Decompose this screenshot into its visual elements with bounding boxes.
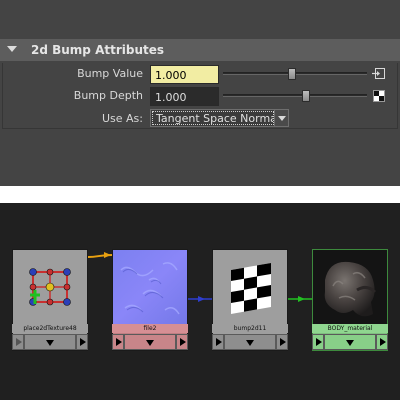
chevron-down-icon bbox=[346, 340, 354, 346]
chevron-down-icon bbox=[278, 116, 286, 121]
node-label: bump2d11 bbox=[212, 324, 288, 333]
play-icon bbox=[80, 338, 86, 346]
node-editor-graph[interactable]: place2dTexture48 file2 bump2d11 BODY_mat… bbox=[0, 203, 400, 400]
place2d-texture-icon bbox=[13, 250, 87, 324]
node-body-material[interactable]: BODY_material bbox=[312, 249, 388, 351]
use-as-dropdown-button[interactable] bbox=[274, 110, 288, 126]
play-icon bbox=[380, 338, 386, 346]
play-icon bbox=[316, 338, 322, 346]
play-icon bbox=[16, 338, 22, 346]
checker-map-icon[interactable] bbox=[373, 90, 385, 102]
chevron-down-icon bbox=[146, 340, 154, 346]
play-icon bbox=[280, 338, 286, 346]
bump-checker-swatch bbox=[213, 250, 287, 324]
play-icon bbox=[180, 338, 186, 346]
expand-attributes-button[interactable] bbox=[124, 334, 176, 350]
bump-depth-slider-thumb[interactable] bbox=[302, 90, 310, 102]
section-header-2d-bump-attributes[interactable]: 2d Bump Attributes bbox=[0, 39, 400, 61]
input-port-button[interactable] bbox=[12, 334, 24, 350]
use-as-dropdown[interactable]: Tangent Space Normals bbox=[150, 109, 289, 127]
connection-bump-to-material-arrow bbox=[298, 296, 305, 302]
play-icon bbox=[216, 338, 222, 346]
node-bump2d[interactable]: bump2d11 bbox=[212, 249, 288, 351]
bump-value-slider[interactable] bbox=[223, 68, 367, 80]
bump-value-field[interactable]: 1.000 bbox=[150, 65, 219, 84]
use-as-selected-value[interactable]: Tangent Space Normals bbox=[152, 111, 274, 125]
use-as-label: Use As: bbox=[101, 112, 143, 125]
section-title: 2d Bump Attributes bbox=[31, 43, 165, 57]
map-connection-icon[interactable] bbox=[372, 67, 386, 80]
node-file[interactable]: file2 bbox=[112, 249, 188, 351]
output-port-button[interactable] bbox=[376, 334, 388, 350]
play-icon bbox=[116, 338, 122, 346]
node-port-bar bbox=[112, 334, 188, 350]
bump-depth-slider[interactable] bbox=[223, 90, 367, 102]
expand-attributes-button[interactable] bbox=[224, 334, 276, 350]
node-port-bar bbox=[12, 334, 88, 350]
output-port-button[interactable] bbox=[76, 334, 88, 350]
node-label: place2dTexture48 bbox=[12, 324, 88, 333]
node-place2d-texture[interactable]: place2dTexture48 bbox=[12, 249, 88, 351]
node-label: BODY_material bbox=[312, 324, 388, 333]
output-port-button[interactable] bbox=[176, 334, 188, 350]
expand-attributes-button[interactable] bbox=[324, 334, 376, 350]
node-port-bar bbox=[312, 334, 388, 350]
bump-value-label: Bump Value bbox=[77, 67, 143, 80]
collapse-arrow-icon[interactable] bbox=[7, 46, 17, 52]
attribute-editor-panel: 2d Bump Attributes Bump Value 1.000 Bump… bbox=[0, 0, 400, 186]
bump-value-slider-thumb[interactable] bbox=[288, 68, 296, 80]
connection-place2d-to-file-arrow bbox=[104, 252, 111, 258]
input-port-button[interactable] bbox=[212, 334, 224, 350]
node-label: file2 bbox=[112, 324, 188, 333]
connection-file-to-bump-arrow bbox=[198, 296, 205, 302]
output-port-button[interactable] bbox=[276, 334, 288, 350]
attribute-editor-top-area bbox=[0, 0, 400, 37]
chevron-down-icon bbox=[246, 340, 254, 346]
expand-attributes-button[interactable] bbox=[24, 334, 76, 350]
bump-depth-label: Bump Depth bbox=[73, 89, 143, 102]
input-port-button[interactable] bbox=[312, 334, 324, 350]
node-port-bar bbox=[212, 334, 288, 350]
chevron-down-icon bbox=[46, 340, 54, 346]
input-port-button[interactable] bbox=[112, 334, 124, 350]
material-sphere-swatch bbox=[313, 250, 387, 324]
bump-depth-field[interactable]: 1.000 bbox=[150, 87, 219, 106]
normal-map-swatch bbox=[113, 250, 187, 324]
